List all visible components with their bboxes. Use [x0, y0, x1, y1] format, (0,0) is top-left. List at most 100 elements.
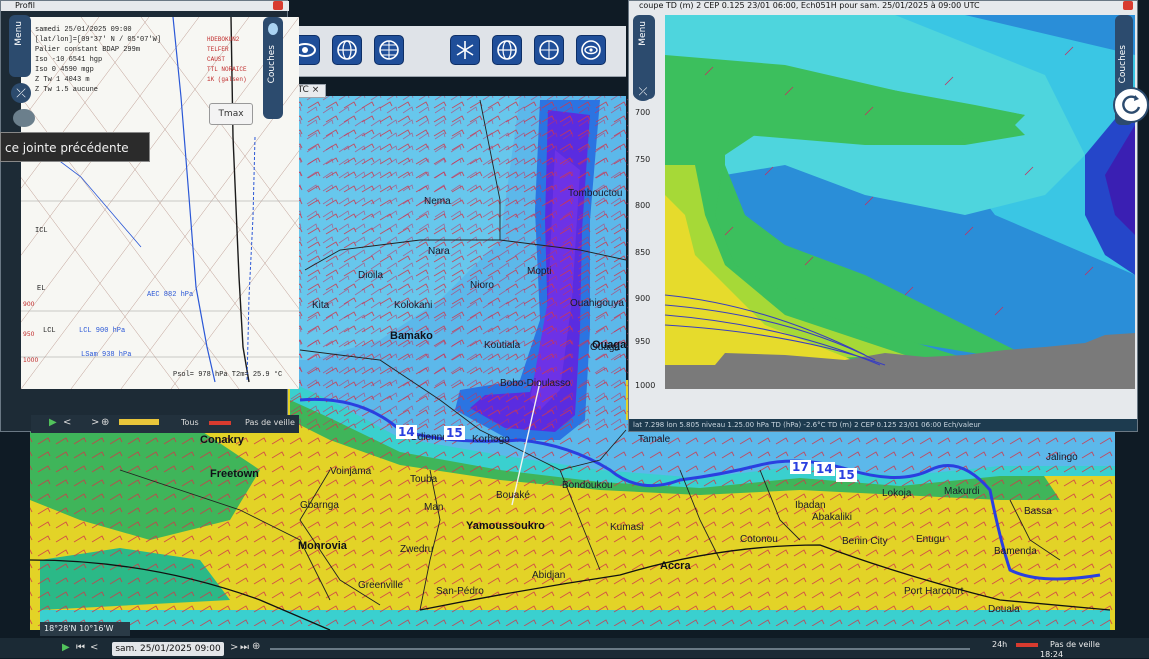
map-place-label: Man: [424, 502, 444, 513]
contour-label: 14: [396, 425, 417, 439]
annotation-lsam: LSam 938 hPa: [81, 351, 132, 359]
cross-section-plot: [665, 15, 1135, 389]
map-place-label: Kita: [312, 300, 330, 311]
profile-header-text: samedi 25/01/2025 09:00 [lat/lon]=[09°37…: [35, 25, 161, 95]
refresh-icon[interactable]: [1113, 87, 1149, 123]
map-place-label: Greenville: [358, 580, 404, 591]
map-place-label: Touba: [410, 474, 438, 485]
map-place-label: Enugu: [916, 534, 945, 545]
map-place-label: Abakaliki: [812, 512, 853, 523]
map-place-label: Nara: [428, 246, 450, 257]
profile-header-line: Palier constant BDAP 299m: [35, 46, 141, 54]
profile-window-title: Profil: [1, 1, 289, 11]
globe-icon[interactable]: [492, 35, 522, 65]
annotation-icl: ICL: [35, 227, 48, 235]
tmax-button[interactable]: Tmax: [209, 103, 253, 125]
map-place-label: Ouahigouya: [570, 298, 624, 309]
all-label[interactable]: Tous: [181, 418, 199, 427]
first-frame-icon[interactable]: ⏮: [76, 642, 85, 653]
map-place-label: Bassa: [1024, 506, 1052, 517]
map-place-label: Ibadan: [795, 500, 826, 511]
next-icon[interactable]: >: [230, 642, 238, 653]
map-toolbar: [286, 26, 626, 77]
annotation-lcl: LCL 900 hPa: [79, 327, 126, 335]
map-place-label: Abidjan: [532, 570, 566, 581]
map-place-label: Tombouctou: [568, 188, 623, 199]
close-icon[interactable]: [1123, 1, 1133, 10]
close-icon[interactable]: [273, 1, 283, 10]
y-tick: 850: [635, 248, 651, 257]
globe-icon[interactable]: [332, 35, 362, 65]
map-place-label: Kolokani: [394, 300, 433, 311]
step-label[interactable]: 24h: [992, 640, 1007, 649]
eye-globe-icon[interactable]: [576, 35, 606, 65]
contour-label: 14: [814, 462, 835, 476]
map-place-label: Conakry: [200, 434, 245, 446]
y-tick: 900: [635, 294, 651, 303]
zoom-icon[interactable]: ⊕: [101, 417, 109, 428]
map-place-label: Mopti: [527, 266, 552, 277]
map-place-label: Zwedru: [400, 544, 434, 555]
profile-layers-button[interactable]: Couches: [263, 17, 283, 119]
profile-menu-button[interactable]: Menu: [9, 15, 31, 77]
map-place-label: San-Pédro: [436, 586, 484, 597]
link-icon[interactable]: ⤫: [633, 83, 653, 101]
map-place-label: Bamako: [390, 330, 433, 342]
timeline-track[interactable]: [270, 648, 970, 650]
map-place-label: Koutiala: [484, 340, 521, 351]
annotation-lcl-left: LCL: [43, 327, 56, 335]
contour-label: 15: [836, 468, 857, 482]
contour-label: 17: [790, 460, 811, 474]
profile-index: 1K (galsen): [207, 76, 247, 83]
menu-label: Menu: [638, 21, 648, 46]
annotation-aec: AEC 882 hPa: [147, 291, 194, 299]
play-icon[interactable]: ▶: [62, 642, 70, 653]
map-place-label: Benin City: [842, 536, 888, 547]
coordinate-readout: 18°28'N 10°16'W: [40, 622, 130, 636]
map-place-label: Bamenda: [994, 546, 1037, 557]
standby-label[interactable]: Pas de veille: [245, 418, 295, 427]
prev-icon[interactable]: <: [63, 417, 71, 428]
map-place-label: Bobo-Dioulasso: [500, 378, 571, 389]
contour-label: 15: [444, 426, 465, 440]
profile-header-line: Z Tw 1.5 aucune: [35, 86, 99, 94]
map-place-label: Kumasi: [610, 522, 644, 533]
map-place-label: Douala: [988, 604, 1020, 615]
y-tick: 800: [635, 201, 651, 210]
prev-icon[interactable]: <: [90, 642, 98, 653]
map-place-label: Accra: [660, 560, 691, 572]
menu-label: Menu: [14, 21, 24, 46]
map-place-label: Gbarnga: [300, 500, 339, 511]
layers-label: Couches: [267, 45, 277, 84]
profile-header-line: Iso 0 4590 mgp: [35, 66, 94, 74]
cross-section-status-bar: lat 7.298 lon 5.805 niveau 1.25.00 hPa T…: [629, 419, 1137, 431]
standby-label[interactable]: Pas de veille: [1050, 640, 1100, 649]
standby-slider[interactable]: [209, 421, 231, 425]
date-selector[interactable]: sam. 25/01/2025 09:00: [112, 642, 224, 656]
next-icon[interactable]: >: [91, 417, 99, 428]
map-place-label: Tamale: [638, 434, 671, 445]
last-frame-icon[interactable]: ⏭: [240, 642, 249, 653]
profile-indices: HDEBOKUN2 TELFER CAUST TTL NORAICE 1K (g…: [207, 35, 247, 85]
time-slider[interactable]: [119, 419, 159, 425]
y-tick: 700: [635, 108, 651, 117]
snowflake-icon[interactable]: [450, 35, 480, 65]
settings-icon[interactable]: [13, 109, 35, 127]
profile-index: TELFER: [207, 46, 229, 53]
map-place-label: Voinjama: [330, 466, 372, 477]
link-icon[interactable]: ⤫: [11, 83, 31, 103]
tooltip-previous-attachment: ce jointe précédente: [0, 132, 150, 162]
cross-section-window: coupe TD (m) 2 CEP 0.125 23/01 06:00, Ec…: [628, 0, 1149, 432]
globe-grid-icon[interactable]: [374, 35, 404, 65]
play-icon[interactable]: ▶: [49, 417, 57, 428]
map-place-label: Lokoja: [882, 488, 912, 499]
drop-icon: [268, 23, 278, 35]
globe-grid-icon[interactable]: [534, 35, 564, 65]
profile-window: Profil samedi 25/01/2025 09:00 [lat/lon]…: [0, 0, 299, 433]
map-place-label: Nioro: [470, 280, 494, 291]
y-tick: 950: [23, 331, 35, 338]
profile-playback-controls: ▶ < > ⊕ Tous Pas de veille: [31, 415, 299, 433]
standby-slider[interactable]: [1016, 643, 1038, 647]
zoom-icon[interactable]: ⊕: [252, 641, 260, 652]
profile-header-line: [lat/lon]=[09°37' N / 05°07'W]: [35, 36, 162, 44]
